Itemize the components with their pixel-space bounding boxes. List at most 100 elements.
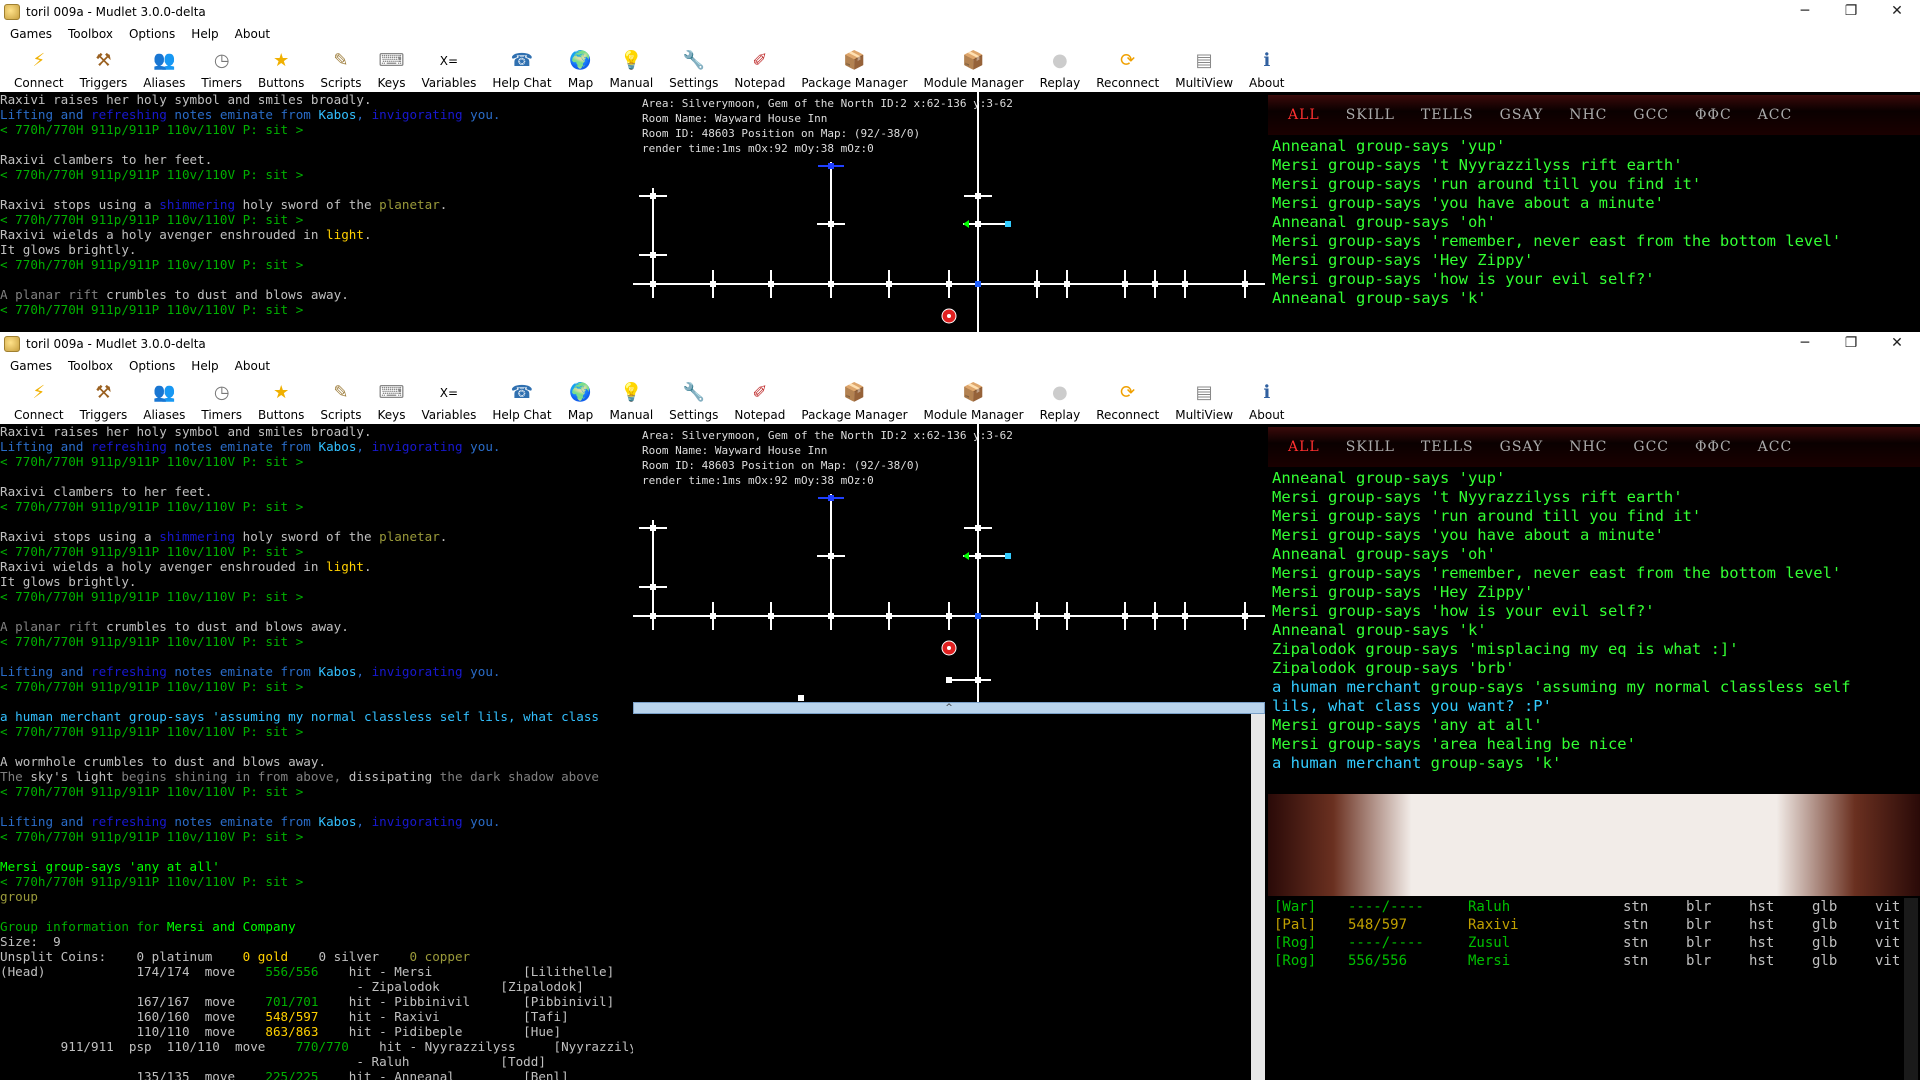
toolbar-label: Map — [567, 76, 594, 90]
chat-tab-1[interactable]: SKILL — [1346, 107, 1395, 123]
toolbar-multiview-button[interactable]: ▤ MultiView — [1175, 380, 1233, 422]
map-room — [886, 281, 892, 287]
toolbar-variables-button[interactable]: X= Variables — [421, 380, 476, 422]
toolbar-label: Aliases — [143, 76, 186, 90]
member-class: [Pal] — [1274, 917, 1317, 933]
restore-button[interactable]: ❐ — [1828, 0, 1874, 24]
minimize-button[interactable]: ─ — [1782, 332, 1828, 356]
toolbar-keys-button[interactable]: ⌨ Keys — [377, 380, 405, 422]
toolbar-keys-button[interactable]: ⌨ Keys — [377, 48, 405, 90]
map-room — [1034, 281, 1040, 287]
status-effect: hst — [1749, 899, 1775, 915]
toolbar-reconnect-button[interactable]: ⟳ Reconnect — [1096, 380, 1159, 422]
menu-games[interactable]: Games — [2, 27, 60, 41]
main-console[interactable]: Raxivi raises her holy symbol and smiles… — [0, 92, 633, 332]
group-member-row[interactable]: [Rog] ----/---- Zusul stn blr hst glb vit — [1274, 934, 1920, 952]
toolbar-module-manager-button[interactable]: 📦 Module Manager — [924, 380, 1024, 422]
chat-tab-5[interactable]: GCC — [1633, 107, 1669, 123]
toolbar-timers-button[interactable]: ◷ Timers — [201, 380, 242, 422]
toolbar-aliases-button[interactable]: 👥 Aliases — [143, 380, 185, 422]
chat-tab-6[interactable]: ΦΦC — [1695, 439, 1732, 455]
toolbar-package-manager-button[interactable]: 📦 Package Manager — [801, 380, 907, 422]
close-button[interactable]: ✕ — [1874, 332, 1920, 356]
title-bar[interactable]: toril 009a - Mudlet 3.0.0-delta ─ ❐ ✕ — [0, 332, 1920, 356]
console-line: Group information for Mersi and Company — [0, 919, 296, 934]
main-console[interactable]: Raxivi raises her holy symbol and smiles… — [0, 424, 633, 1080]
toolbar-scripts-button[interactable]: ✎ Scripts — [320, 48, 361, 90]
menu-games[interactable]: Games — [2, 359, 60, 373]
toolbar-variables-button[interactable]: X= Variables — [421, 48, 476, 90]
group-member-row[interactable]: [Rog] 556/556 Mersi stn blr hst glb vit — [1274, 952, 1920, 970]
chat-tab-7[interactable]: ACC — [1758, 107, 1793, 123]
toolbar-replay-button[interactable]: ● Replay — [1040, 48, 1081, 90]
decorative-banner-image — [1268, 794, 1920, 896]
toolbar-scripts-button[interactable]: ✎ Scripts — [320, 380, 361, 422]
toolbar-help-chat-button[interactable]: ☎ Help Chat — [492, 380, 551, 422]
toolbar-connect-button[interactable]: ⚡ Connect — [14, 48, 64, 90]
toolbar-about-button[interactable]: ℹ About — [1249, 380, 1284, 422]
chat-tab-0[interactable]: ALL — [1288, 107, 1320, 123]
chat-output[interactable]: Anneanal group-says 'yup' Mersi group-say… — [1268, 135, 1920, 308]
toolbar-triggers-button[interactable]: ⚒ Triggers — [80, 48, 128, 90]
close-button[interactable]: ✕ — [1874, 0, 1920, 24]
toolbar-settings-button[interactable]: 🔧 Settings — [669, 48, 718, 90]
map-room — [828, 221, 834, 227]
chat-tab-0[interactable]: ALL — [1288, 439, 1320, 455]
group-scrollbar[interactable] — [1904, 898, 1918, 1080]
toolbar-help-chat-button[interactable]: ☎ Help Chat — [492, 48, 551, 90]
toolbar-timers-button[interactable]: ◷ Timers — [201, 48, 242, 90]
chat-line: Mersi group-says 'how is your evil self?… — [1272, 602, 1655, 620]
chat-tab-6[interactable]: ΦΦC — [1695, 107, 1732, 123]
toolbar-connect-button[interactable]: ⚡ Connect — [14, 380, 64, 422]
toolbar-map-button[interactable]: 🌍 Map — [568, 380, 594, 422]
toolbar-package-manager-button[interactable]: 📦 Package Manager — [801, 48, 907, 90]
console-scrollbar[interactable] — [1251, 714, 1265, 1080]
map-room — [710, 613, 716, 619]
connect-icon: ⚡ — [32, 382, 46, 403]
chat-tab-3[interactable]: GSAY — [1500, 439, 1544, 455]
group-member-row[interactable]: [War] ----/---- Raluh stn blr hst glb vit — [1274, 898, 1920, 916]
chat-tab-3[interactable]: GSAY — [1500, 107, 1544, 123]
chat-output[interactable]: Anneanal group-says 'yup' Mersi group-say… — [1268, 467, 1920, 773]
minimize-button[interactable]: ─ — [1782, 0, 1828, 24]
map-room — [886, 613, 892, 619]
toolbar-reconnect-button[interactable]: ⟳ Reconnect — [1096, 48, 1159, 90]
status-effect: glb — [1812, 953, 1838, 969]
toolbar-multiview-button[interactable]: ▤ MultiView — [1175, 48, 1233, 90]
chat-tab-4[interactable]: NHC — [1569, 107, 1607, 123]
toolbar-aliases-button[interactable]: 👥 Aliases — [143, 48, 185, 90]
toolbar-manual-button[interactable]: 💡 Manual — [610, 48, 654, 90]
menu-toolbox[interactable]: Toolbox — [60, 27, 121, 41]
toolbar-notepad-button[interactable]: ✐ Notepad — [734, 48, 785, 90]
chat-tab-4[interactable]: NHC — [1569, 439, 1607, 455]
toolbar-module-manager-button[interactable]: 📦 Module Manager — [924, 48, 1024, 90]
mapper-view[interactable]: Area: Silverymoon, Gem of the North ID:2… — [633, 424, 1265, 702]
map-resize-handle[interactable]: ^ — [633, 702, 1265, 714]
toolbar-notepad-button[interactable]: ✐ Notepad — [734, 380, 785, 422]
toolbar-replay-button[interactable]: ● Replay — [1040, 380, 1081, 422]
toolbar-buttons-button[interactable]: ★ Buttons — [258, 48, 304, 90]
menu-about[interactable]: About — [227, 359, 278, 373]
toolbar-buttons-button[interactable]: ★ Buttons — [258, 380, 304, 422]
menu-toolbox[interactable]: Toolbox — [60, 359, 121, 373]
menu-options[interactable]: Options — [121, 27, 183, 41]
toolbar-triggers-button[interactable]: ⚒ Triggers — [80, 380, 128, 422]
chat-tab-5[interactable]: GCC — [1633, 439, 1669, 455]
menu-help[interactable]: Help — [183, 359, 226, 373]
chat-tab-2[interactable]: TELLS — [1421, 439, 1474, 455]
menu-options[interactable]: Options — [121, 359, 183, 373]
toolbar-settings-button[interactable]: 🔧 Settings — [669, 380, 718, 422]
menu-about[interactable]: About — [227, 27, 278, 41]
mapper-view[interactable]: Area: Silverymoon, Gem of the North ID:2… — [633, 92, 1265, 332]
title-bar[interactable]: toril 009a - Mudlet 3.0.0-delta ─ ❐ ✕ — [0, 0, 1920, 24]
chat-tab-1[interactable]: SKILL — [1346, 439, 1395, 455]
chat-tab-2[interactable]: TELLS — [1421, 107, 1474, 123]
restore-button[interactable]: ❐ — [1828, 332, 1874, 356]
toolbar-about-button[interactable]: ℹ About — [1249, 48, 1284, 90]
toolbar-label: Package Manager — [801, 76, 908, 90]
toolbar-map-button[interactable]: 🌍 Map — [568, 48, 594, 90]
toolbar-manual-button[interactable]: 💡 Manual — [610, 380, 654, 422]
menu-help[interactable]: Help — [183, 27, 226, 41]
chat-tab-7[interactable]: ACC — [1758, 439, 1793, 455]
group-member-row[interactable]: [Pal] 548/597 Raxivi stn blr hst glb vit — [1274, 916, 1920, 934]
